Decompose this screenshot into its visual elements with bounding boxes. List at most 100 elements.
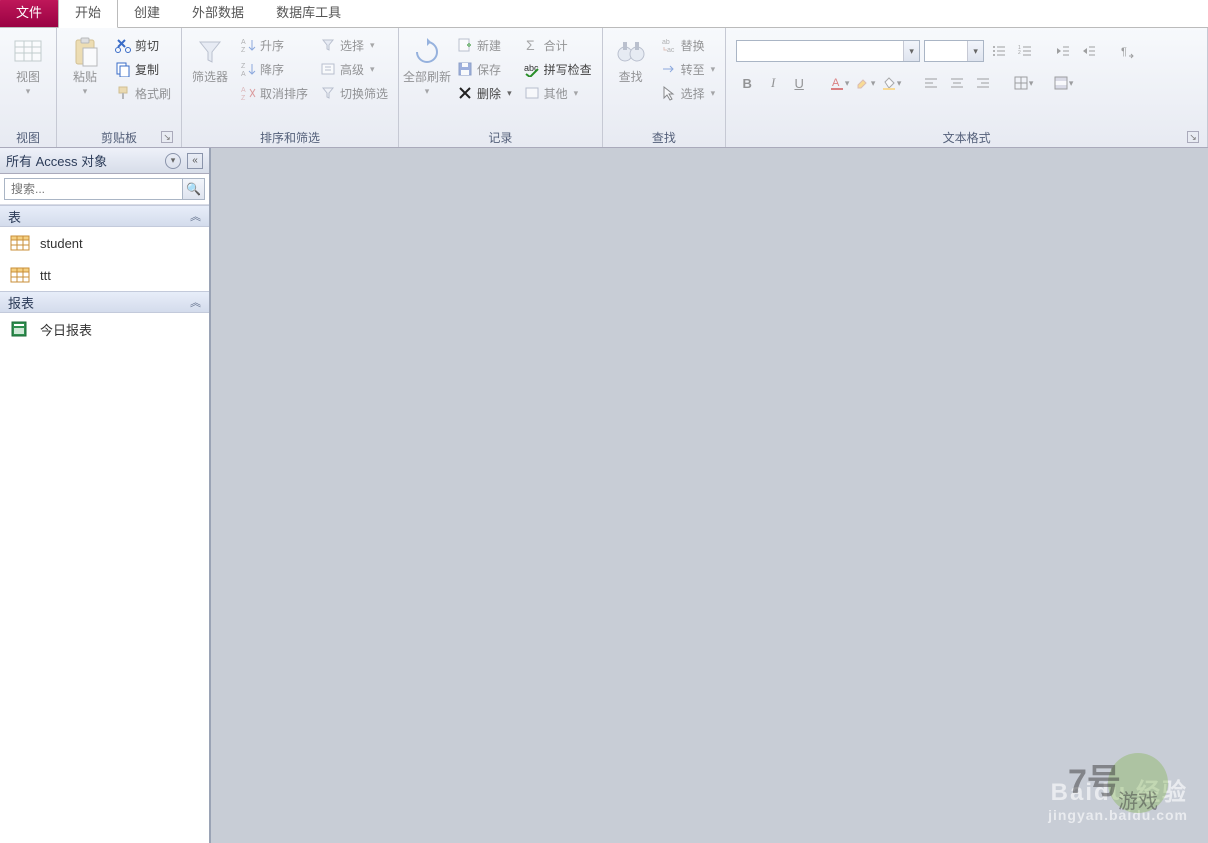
underline-button[interactable]: U <box>788 72 810 94</box>
copy-button[interactable]: 复制 <box>111 58 175 80</box>
tab-create[interactable]: 创建 <box>118 0 176 27</box>
toggle-filter-button[interactable]: 切换筛选 <box>316 82 392 104</box>
magnifier-icon: 🔍 <box>186 182 201 196</box>
goto-button[interactable]: 转至▾ <box>657 58 720 80</box>
tab-file[interactable]: 文件 <box>0 0 58 27</box>
replace-button[interactable]: abac替换 <box>657 34 720 56</box>
new-record-button[interactable]: 新建 <box>453 34 516 56</box>
fill-color-button[interactable]: ▾ <box>880 72 902 94</box>
svg-text:A: A <box>241 87 246 94</box>
text-direction-button[interactable]: ¶ <box>1116 40 1138 62</box>
dialog-launcher-icon[interactable]: ↘ <box>161 131 173 143</box>
svg-text:A: A <box>241 71 246 77</box>
delete-label: 删除 <box>477 85 501 102</box>
save-record-button[interactable]: 保存 <box>453 58 516 80</box>
spellcheck-button[interactable]: abc拼写检查 <box>520 58 596 80</box>
filter-button[interactable]: 筛选器 <box>188 32 232 84</box>
tab-home[interactable]: 开始 <box>58 0 118 28</box>
tab-db-tools[interactable]: 数据库工具 <box>260 0 357 27</box>
cut-button[interactable]: 剪切 <box>111 34 175 56</box>
svg-text:2: 2 <box>1018 50 1021 56</box>
find-button[interactable]: 查找 <box>609 32 653 84</box>
align-center-button[interactable] <box>946 72 968 94</box>
table-object[interactable]: student <box>0 227 209 259</box>
save-label: 保存 <box>477 61 501 78</box>
report-object[interactable]: 今日报表 <box>0 313 209 345</box>
advanced-icon <box>320 61 336 77</box>
main: 所有 Access 对象 ▾ « 🔍 表 ︽ student ttt 报表 ︽ … <box>0 148 1208 843</box>
font-color-button[interactable]: A▾ <box>828 72 850 94</box>
tab-bar: 文件 开始 创建 外部数据 数据库工具 <box>0 0 1208 28</box>
tab-external-data[interactable]: 外部数据 <box>176 0 260 27</box>
dropdown-icon: ▾ <box>83 86 88 97</box>
group-find: 查找 abac替换 转至▾ 选择▾ 查找 <box>603 28 727 147</box>
spellcheck-icon: abc <box>524 61 540 77</box>
find-label: 查找 <box>619 70 643 84</box>
gridlines-button[interactable]: ▾ <box>1012 72 1034 94</box>
collapse-pane-icon[interactable]: « <box>187 153 203 169</box>
search-go-button[interactable]: 🔍 <box>183 178 205 200</box>
selection-label: 选择 <box>340 37 364 54</box>
dropdown-icon: ▾ <box>370 64 375 75</box>
dropdown-icon: ▾ <box>967 41 983 61</box>
alternate-row-color-button[interactable]: ▾ <box>1052 72 1074 94</box>
sort-desc-label: 降序 <box>260 61 284 78</box>
nav-filter-dropdown-icon[interactable]: ▾ <box>165 153 181 169</box>
group-title-text-format: 文本格式↘ <box>732 129 1201 147</box>
more-records-button[interactable]: 其他▾ <box>520 82 596 104</box>
group-clipboard: 粘贴 ▾ 剪切 复制 格式刷 剪贴板↘ <box>57 28 182 147</box>
category-tables[interactable]: 表 ︽ <box>0 205 209 227</box>
new-label: 新建 <box>477 37 501 54</box>
font-select[interactable]: ▾ <box>736 40 920 62</box>
refresh-all-button[interactable]: 全部刷新 ▾ <box>405 32 449 97</box>
goto-label: 转至 <box>681 61 705 78</box>
search-input[interactable] <box>4 178 183 200</box>
group-title-find: 查找 <box>609 129 720 147</box>
table-object[interactable]: ttt <box>0 259 209 291</box>
align-right-button[interactable] <box>972 72 994 94</box>
nav-pane-header[interactable]: 所有 Access 对象 ▾ « <box>0 148 209 174</box>
replace-icon: abac <box>661 37 677 53</box>
italic-button[interactable]: I <box>762 72 784 94</box>
collapse-icon: ︽ <box>190 294 201 310</box>
group-title-view: 视图 <box>6 129 50 147</box>
selection-filter-button[interactable]: 选择▾ <box>316 34 392 56</box>
paste-button[interactable]: 粘贴 ▾ <box>63 32 107 97</box>
number-list-button[interactable]: 12 <box>1014 40 1036 62</box>
filter-label: 筛选器 <box>192 70 228 84</box>
dropdown-icon: ▾ <box>507 88 512 99</box>
bold-button[interactable]: B <box>736 72 758 94</box>
report-icon <box>10 321 30 337</box>
group-text-format: ▾ ▾ 12 ¶ B I U A▾ ▾ ▾ <box>726 28 1208 147</box>
advanced-label: 高级 <box>340 61 364 78</box>
table-name: student <box>40 236 83 251</box>
sort-desc-icon: ZA <box>240 61 256 77</box>
copy-icon <box>115 61 131 77</box>
scissors-icon <box>115 37 131 53</box>
replace-label: 替换 <box>681 37 705 54</box>
font-size-select[interactable]: ▾ <box>924 40 984 62</box>
dialog-launcher-icon[interactable]: ↘ <box>1187 131 1199 143</box>
ribbon: 视图 ▾ 视图 粘贴 ▾ 剪切 复制 <box>0 28 1208 148</box>
svg-text:ac: ac <box>667 47 675 53</box>
category-reports[interactable]: 报表 ︽ <box>0 291 209 313</box>
clear-sort-button[interactable]: AZ取消排序 <box>236 82 312 104</box>
align-left-button[interactable] <box>920 72 942 94</box>
format-painter-button[interactable]: 格式刷 <box>111 82 175 104</box>
highlight-button[interactable]: ▾ <box>854 72 876 94</box>
collapse-icon: ︽ <box>190 208 201 224</box>
outdent-button[interactable] <box>1052 40 1074 62</box>
view-label: 视图 <box>16 70 40 84</box>
select-button[interactable]: 选择▾ <box>657 82 720 104</box>
toggle-filter-icon <box>320 85 336 101</box>
view-button[interactable]: 视图 ▾ <box>6 32 50 97</box>
indent-button[interactable] <box>1078 40 1100 62</box>
totals-label: 合计 <box>544 37 568 54</box>
sort-desc-button[interactable]: ZA降序 <box>236 58 312 80</box>
delete-record-button[interactable]: 删除 ▾ <box>453 82 516 104</box>
totals-button[interactable]: Σ合计 <box>520 34 596 56</box>
dropdown-icon: ▾ <box>425 86 430 97</box>
bullet-list-button[interactable] <box>988 40 1010 62</box>
sort-asc-button[interactable]: AZ升序 <box>236 34 312 56</box>
advanced-filter-button[interactable]: 高级 ▾ <box>316 58 392 80</box>
